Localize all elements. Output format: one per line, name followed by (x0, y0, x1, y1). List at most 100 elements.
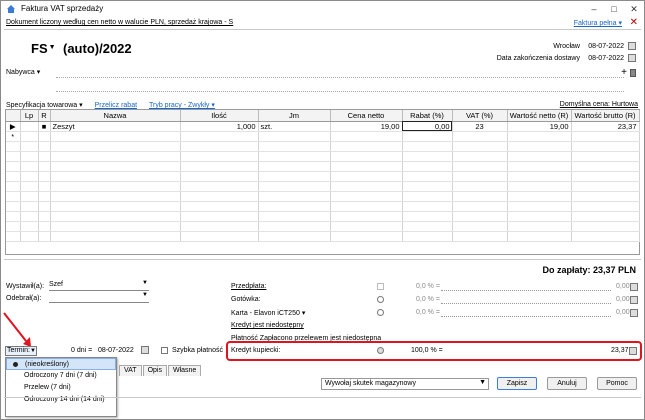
close-window-icon[interactable]: ✕ (624, 1, 644, 17)
place-value[interactable]: Wrocław (553, 43, 580, 50)
prepayment-value: 0,00 (616, 283, 630, 290)
maximize-icon[interactable]: □ (604, 1, 624, 17)
buyer-field-2[interactable] (56, 91, 624, 92)
card-line (441, 316, 611, 317)
col-name[interactable]: Nazwa (50, 110, 181, 122)
cell-gross[interactable]: 23,37 (571, 121, 640, 132)
cell-price[interactable]: 19,00 (330, 121, 403, 132)
cell-unit[interactable]: szt. (258, 121, 331, 132)
calendar-icon[interactable] (141, 346, 149, 354)
delivery-date[interactable]: 08-07-2022 (588, 55, 624, 62)
prepayment-checkbox[interactable] (377, 283, 384, 290)
add-buyer-icon[interactable]: + (621, 67, 627, 78)
cash-value: 0,00 (616, 296, 630, 303)
credit-unavailable: Kredyt jest niedostępny (231, 322, 304, 329)
card-radio[interactable] (377, 309, 384, 316)
empty-row (6, 161, 640, 172)
divider (4, 29, 641, 30)
tab-opis[interactable]: Opis (142, 365, 167, 376)
prepayment-line (441, 290, 611, 291)
cell-vat[interactable]: 23 (452, 121, 508, 132)
chevron-down-icon: ▼ (142, 280, 148, 286)
cash-radio[interactable] (377, 296, 384, 303)
buyer-details-icon[interactable] (630, 69, 636, 77)
buyer-field[interactable] (56, 77, 624, 78)
card-label[interactable]: Karta - Elavon iCT250 ▾ (231, 309, 305, 317)
tab-vat[interactable]: VAT (119, 365, 142, 376)
empty-row (6, 211, 640, 222)
col-discount[interactable]: Rabat (%) (402, 110, 453, 122)
empty-row (6, 141, 640, 152)
empty-row (6, 231, 640, 242)
col-gross[interactable]: Wartość brutto (R) (571, 110, 640, 122)
term-dropdown-button[interactable]: Termin:▼ (5, 346, 37, 356)
invoice-window: Faktura VAT sprzedaży – □ ✕ Dokument lic… (0, 0, 645, 420)
default-price-link[interactable]: Domyślna cena: Hurtowa (560, 101, 638, 108)
term-option-7-days[interactable]: Odroczony 7 dni (7 dni) (6, 370, 116, 382)
card-pct: 0,0 % = (416, 309, 440, 316)
term-days[interactable]: 0 dni = (71, 347, 92, 354)
bottom-tabs: VAT Opis Własne (119, 365, 202, 376)
term-date[interactable]: 08-07-2022 (98, 347, 134, 354)
grid-header-row: Lp R Nazwa Ilość Jm Cena netto Rabat (%)… (6, 110, 640, 122)
total-due: Do zapłaty: 23,37 PLN (542, 265, 636, 275)
cell-name[interactable]: Zeszyt (50, 121, 181, 132)
divider (4, 259, 641, 260)
minimize-icon[interactable]: – (584, 1, 604, 17)
save-button[interactable]: Zapisz (497, 377, 537, 390)
status-bar (4, 397, 641, 409)
buyer-credit-label: Kredyt kupiecki: (231, 347, 281, 354)
empty-row (6, 191, 640, 202)
chevron-down-icon: ▼ (142, 292, 148, 298)
quick-payment-label[interactable]: Szybka płatność (172, 347, 223, 354)
col-qty[interactable]: Ilość (180, 110, 259, 122)
buyer-credit-calc-icon[interactable] (629, 347, 637, 355)
col-vat[interactable]: VAT (%) (452, 110, 508, 122)
doc-number: (auto)/2022 (63, 41, 132, 56)
empty-row (6, 201, 640, 212)
cancel-button[interactable]: Anuluj (547, 377, 587, 390)
col-price[interactable]: Cena netto (330, 110, 403, 122)
cash-pct: 0,0 % = (416, 296, 440, 303)
items-grid: Lp R Nazwa Ilość Jm Cena netto Rabat (%)… (5, 109, 640, 255)
card-calc-icon[interactable] (630, 309, 638, 317)
mode-link[interactable]: Faktura pełna ▾ (574, 19, 622, 27)
col-net[interactable]: Wartość netto (R) (507, 110, 572, 122)
empty-row (6, 151, 640, 162)
cell-net[interactable]: 19,00 (507, 121, 572, 132)
received-select[interactable]: ▼ (49, 292, 149, 303)
col-unit[interactable]: Jm (258, 110, 331, 122)
issue-date[interactable]: 08-07-2022 (588, 43, 624, 50)
quick-payment-checkbox[interactable] (161, 347, 168, 354)
card-value: 0,00 (616, 309, 630, 316)
red-arrow-annotation (3, 312, 31, 347)
calendar-icon[interactable] (628, 54, 636, 62)
buyer-credit-value: 23,37 (611, 347, 629, 354)
buyer-credit-pct: 100,0 % = (411, 347, 443, 354)
help-button[interactable]: Pomoc (597, 377, 637, 390)
table-row[interactable]: ▶ ■ Zeszyt 1,000 szt. 19,00 0,00 23 19,0… (6, 121, 640, 132)
empty-row (6, 171, 640, 182)
recalc-discount-link[interactable]: Przelicz rabat (95, 102, 137, 109)
close-icon[interactable]: ✕ (630, 17, 638, 28)
buyer-credit-radio[interactable] (377, 347, 384, 354)
prepayment-pct: 0,0 % = (416, 283, 440, 290)
term-option-transfer[interactable]: Przelew (7 dni) (6, 382, 116, 394)
calendar-icon[interactable] (628, 42, 636, 50)
issued-select[interactable]: Szef ▼ (49, 280, 149, 291)
prepayment-label[interactable]: Przedpłata: (231, 283, 266, 290)
cell-qty[interactable]: 1,000 (180, 121, 259, 132)
cash-line (441, 303, 611, 304)
tab-wlasne[interactable]: Własne (167, 365, 202, 376)
cell-discount[interactable]: 0,00 (402, 121, 453, 132)
delivery-date-label: Data zakończenia dostawy (496, 55, 580, 62)
chevron-down-icon: ▼ (479, 379, 486, 386)
work-mode-link[interactable]: Tryb pracy - Zwykły ▾ (149, 102, 215, 109)
empty-row (6, 181, 640, 192)
cash-calc-icon[interactable] (630, 296, 638, 304)
new-row[interactable]: * (6, 131, 640, 142)
warehouse-action-select[interactable]: Wywołaj skutek magazynowy ▼ (321, 378, 489, 390)
prepayment-calc-icon[interactable] (630, 283, 638, 291)
term-option-undefined[interactable]: (nieokreślony) (6, 358, 116, 370)
cash-label: Gotówka: (231, 296, 261, 303)
